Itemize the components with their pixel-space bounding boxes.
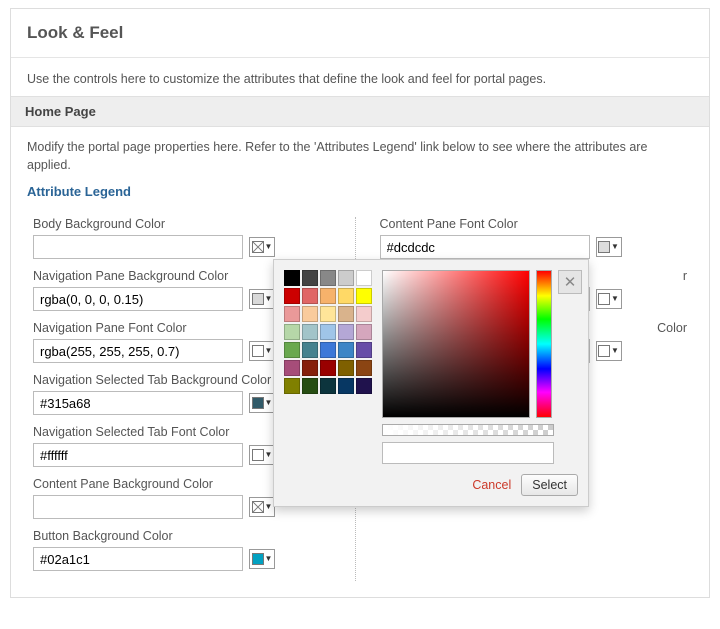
color-swatch-button[interactable]: ▼ — [249, 497, 275, 517]
palette-swatch[interactable] — [338, 342, 354, 358]
color-text-input[interactable] — [33, 391, 243, 415]
chevron-down-icon: ▼ — [265, 243, 273, 251]
swatch-icon — [252, 293, 264, 305]
chevron-down-icon: ▼ — [265, 451, 273, 459]
palette-swatch[interactable] — [284, 378, 300, 394]
palette-swatch[interactable] — [338, 306, 354, 322]
swatch-icon — [598, 345, 610, 357]
alpha-slider[interactable] — [382, 424, 554, 436]
palette-swatch[interactable] — [302, 288, 318, 304]
color-swatch-button[interactable]: ▼ — [249, 549, 275, 569]
color-value-input[interactable] — [382, 442, 554, 464]
color-swatch-button[interactable]: ▼ — [249, 289, 275, 309]
palette-swatch[interactable] — [320, 360, 336, 376]
color-field: Button Background Color ▼ — [33, 529, 341, 571]
panel-description: Use the controls here to customize the a… — [11, 58, 709, 96]
color-swatch-button[interactable]: ▼ — [596, 289, 622, 309]
palette-swatch[interactable] — [356, 306, 372, 322]
palette-swatch[interactable] — [302, 360, 318, 376]
look-and-feel-panel: Look & Feel Use the controls here to cus… — [10, 8, 710, 598]
palette-swatch[interactable] — [338, 378, 354, 394]
color-text-input[interactable] — [33, 235, 243, 259]
palette-swatch[interactable] — [302, 378, 318, 394]
palette-swatch[interactable] — [356, 378, 372, 394]
palette-swatch[interactable] — [284, 270, 300, 286]
attribute-legend-link[interactable]: Attribute Legend — [11, 180, 709, 211]
palette-swatch[interactable] — [320, 342, 336, 358]
saturation-value-box[interactable] — [382, 270, 530, 418]
chevron-down-icon: ▼ — [265, 555, 273, 563]
color-text-input[interactable] — [380, 235, 590, 259]
chevron-down-icon: ▼ — [611, 347, 619, 355]
swatch-icon — [252, 345, 264, 357]
color-swatch-button[interactable]: ▼ — [249, 341, 275, 361]
palette-swatch[interactable] — [356, 342, 372, 358]
swatch-icon — [252, 553, 264, 565]
panel-title: Look & Feel — [11, 9, 709, 58]
palette-swatch[interactable] — [320, 324, 336, 340]
color-palette-grid — [284, 270, 372, 464]
field-label: Body Background Color — [33, 217, 341, 231]
color-field: Body Background Color ▼ — [33, 217, 341, 259]
cancel-button[interactable]: Cancel — [472, 478, 511, 492]
palette-swatch[interactable] — [356, 288, 372, 304]
color-text-input[interactable] — [33, 495, 243, 519]
color-text-input[interactable] — [33, 339, 243, 363]
palette-swatch[interactable] — [356, 270, 372, 286]
palette-swatch[interactable] — [320, 378, 336, 394]
palette-swatch[interactable] — [284, 342, 300, 358]
palette-swatch[interactable] — [338, 270, 354, 286]
palette-swatch[interactable] — [338, 324, 354, 340]
chevron-down-icon: ▼ — [265, 399, 273, 407]
palette-swatch[interactable] — [356, 324, 372, 340]
chevron-down-icon: ▼ — [611, 243, 619, 251]
palette-swatch[interactable] — [284, 360, 300, 376]
color-swatch-button[interactable]: ▼ — [249, 393, 275, 413]
swatch-icon — [252, 501, 264, 513]
color-picker-popup: ✕ Cancel Select — [273, 259, 589, 507]
swatch-icon — [598, 241, 610, 253]
hue-slider[interactable] — [536, 270, 552, 418]
field-label: Button Background Color — [33, 529, 341, 543]
color-swatch-button[interactable]: ▼ — [249, 445, 275, 465]
palette-swatch[interactable] — [320, 288, 336, 304]
close-icon[interactable]: ✕ — [558, 270, 582, 294]
fields-area: Body Background Color▼Navigation Pane Ba… — [11, 211, 709, 597]
chevron-down-icon: ▼ — [265, 503, 273, 511]
color-swatch-button[interactable]: ▼ — [596, 341, 622, 361]
palette-swatch[interactable] — [302, 306, 318, 322]
color-swatch-button[interactable]: ▼ — [249, 237, 275, 257]
section-header-home-page: Home Page — [11, 96, 709, 127]
color-text-input[interactable] — [33, 443, 243, 467]
color-field: Content Pane Font Color ▼ — [380, 217, 688, 259]
field-label: Content Pane Font Color — [380, 217, 688, 231]
swatch-icon — [252, 449, 264, 461]
palette-swatch[interactable] — [284, 324, 300, 340]
chevron-down-icon: ▼ — [611, 295, 619, 303]
palette-swatch[interactable] — [338, 360, 354, 376]
palette-swatch[interactable] — [302, 270, 318, 286]
palette-swatch[interactable] — [302, 342, 318, 358]
color-text-input[interactable] — [33, 287, 243, 311]
color-text-input[interactable] — [33, 547, 243, 571]
palette-swatch[interactable] — [284, 288, 300, 304]
palette-swatch[interactable] — [338, 288, 354, 304]
chevron-down-icon: ▼ — [265, 295, 273, 303]
swatch-icon — [252, 397, 264, 409]
color-swatch-button[interactable]: ▼ — [596, 237, 622, 257]
section-description: Modify the portal page properties here. … — [11, 127, 709, 180]
chevron-down-icon: ▼ — [265, 347, 273, 355]
palette-swatch[interactable] — [302, 324, 318, 340]
palette-swatch[interactable] — [356, 360, 372, 376]
palette-swatch[interactable] — [320, 270, 336, 286]
swatch-icon — [598, 293, 610, 305]
swatch-icon — [252, 241, 264, 253]
select-button[interactable]: Select — [521, 474, 578, 496]
palette-swatch[interactable] — [320, 306, 336, 322]
palette-swatch[interactable] — [284, 306, 300, 322]
